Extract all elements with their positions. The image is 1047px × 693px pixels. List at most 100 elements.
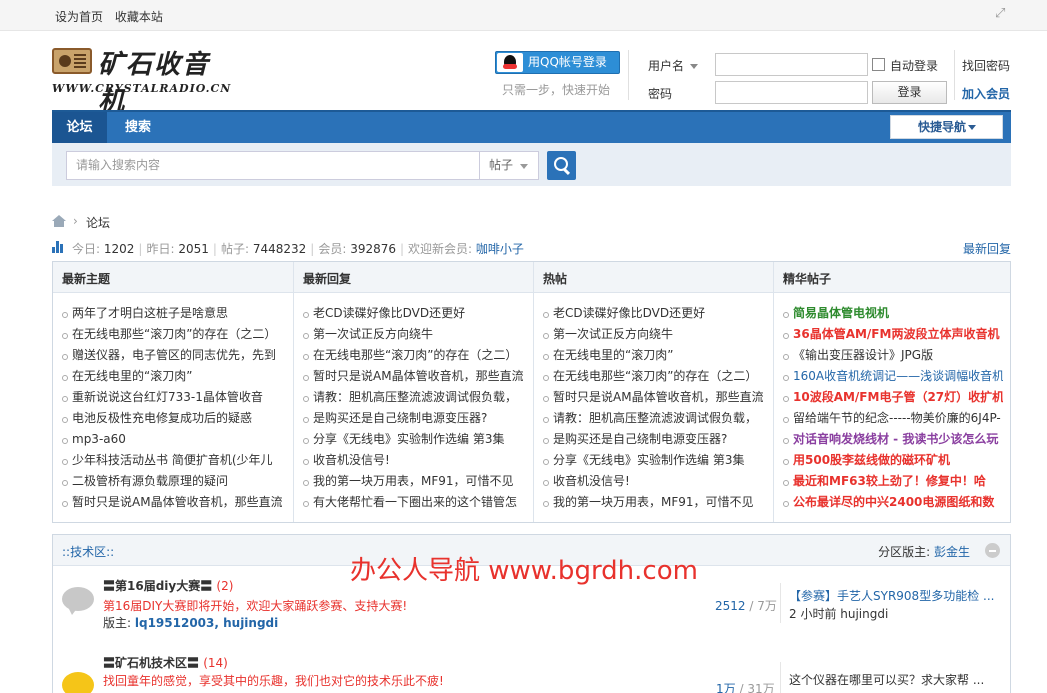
- bookmark-link[interactable]: 收藏本站: [115, 10, 163, 24]
- topic-link[interactable]: 简易晶体管电视机: [783, 303, 1003, 324]
- topic-link[interactable]: 重新说说这台红灯733-1晶体管收音: [62, 387, 282, 408]
- divider: [954, 50, 955, 100]
- topic-link[interactable]: 请教：胆机高压整流滤波调试假负载，: [303, 387, 523, 408]
- divider: [780, 662, 781, 693]
- topic-link[interactable]: 在无线电里的“滚刀肉”: [62, 366, 282, 387]
- top-links: 设为首页 收藏本站: [55, 8, 171, 25]
- divider: [628, 50, 629, 100]
- zone-title[interactable]: ::技术区::: [62, 543, 114, 560]
- topic-list: 老CD读碟好像比DVD还更好 第一次试正反方向绕牛 在无线电里的“滚刀肉” 在无线电那…: [543, 303, 763, 513]
- forum-icon[interactable]: [62, 587, 96, 617]
- qq-login-button[interactable]: 用QQ帐号登录: [495, 51, 620, 74]
- site-logo[interactable]: 矿石收音机 WWW.CRYSTALRADIO.CN: [52, 42, 232, 117]
- forum-name[interactable]: 〓第16届diy大赛〓 (2): [103, 577, 233, 594]
- login-button[interactable]: 登录: [872, 81, 947, 104]
- qq-login-label: 用QQ帐号登录: [528, 55, 607, 69]
- topic-link[interactable]: 对话音响发烧线材 - 我读书少该怎么玩: [783, 429, 1003, 450]
- topic-link[interactable]: 36晶体管AM/FM两波段立体声收音机: [783, 324, 1003, 345]
- portal-box: 最新主题 两年了才明白这桩子是啥意思 在无线电那些“滚刀肉”的存在（之二） 赠送仪器…: [52, 261, 1011, 523]
- topic-link[interactable]: 少年科技活动丛书 简便扩音机(少年儿: [62, 450, 282, 471]
- topic-link[interactable]: 分享《无线电》实验制作选编 第3集: [543, 450, 763, 471]
- forum-today-count: (2): [216, 579, 234, 593]
- topic-link[interactable]: 暂时只是说AM晶体管收音机，那些直流: [62, 492, 282, 513]
- topic-link[interactable]: 第一次试正反方向绕牛: [543, 324, 763, 345]
- auto-login-checkbox[interactable]: [872, 58, 885, 71]
- topic-link[interactable]: 暂时只是说AM晶体管收音机，那些直流: [303, 366, 523, 387]
- topic-link[interactable]: 在无线电那些“滚刀肉”的存在（之二）: [62, 324, 282, 345]
- zone-moderator-link[interactable]: 彭金生: [934, 545, 970, 559]
- topic-link[interactable]: 《输出变压器设计》JPG版: [783, 345, 1003, 366]
- username-input[interactable]: [715, 53, 868, 76]
- chevron-down-icon: [968, 125, 976, 130]
- register-link[interactable]: 加入会员: [962, 85, 1010, 102]
- column-featured: 精华帖子 简易晶体管电视机 36晶体管AM/FM两波段立体声收音机 《输出变压器设计…: [773, 262, 1010, 522]
- column-new-replies: 最新回复 老CD读碟好像比DVD还更好 第一次试正反方向绕牛 在无线电那些“滚刀肉”…: [293, 262, 533, 522]
- topic-link[interactable]: 最近和MF63较上劲了！修复中！哈: [783, 471, 1003, 492]
- quick-nav-label: 快捷导航: [918, 120, 967, 134]
- forum-counts: 1万 / 31万: [716, 682, 775, 693]
- topic-link[interactable]: 第一次试正反方向绕牛: [303, 324, 523, 345]
- divider: [780, 583, 781, 623]
- quick-nav-button[interactable]: 快捷导航: [890, 115, 1003, 139]
- topic-link[interactable]: 暂时只是说AM晶体管收音机，那些直流: [543, 387, 763, 408]
- stat-yesterday: 2051: [178, 242, 209, 256]
- zone-moderator: 分区版主: 彭金生: [878, 545, 970, 559]
- logo-url: WWW.CRYSTALRADIO.CN: [52, 82, 232, 95]
- topic-link[interactable]: mp3-a60: [62, 429, 282, 450]
- top-bar: 设为首页 收藏本站 ⤢: [0, 0, 1047, 31]
- tab-search[interactable]: 搜索: [110, 112, 166, 143]
- search-type-value: 帖子: [489, 158, 514, 172]
- search-button[interactable]: [547, 151, 576, 180]
- tab-forum[interactable]: 论坛: [52, 112, 107, 143]
- topic-link[interactable]: 在无线电里的“滚刀肉”: [543, 345, 763, 366]
- last-post-title[interactable]: 【参赛】手艺人SYR908型多功能检 ...: [789, 587, 999, 604]
- moderator-links[interactable]: lq19512003, hujingdi: [135, 616, 278, 630]
- topic-link[interactable]: 两年了才明白这桩子是啥意思: [62, 303, 282, 324]
- new-member-link[interactable]: 咖啡小子: [476, 242, 524, 256]
- forum-icon[interactable]: [62, 672, 96, 693]
- topic-list: 老CD读碟好像比DVD还更好 第一次试正反方向绕牛 在无线电那些“滚刀肉”的存在（之…: [303, 303, 523, 513]
- username-type-select[interactable]: 用户名: [648, 57, 699, 74]
- password-input[interactable]: [715, 81, 868, 104]
- topic-link[interactable]: 二极管桥有源负载原理的疑问: [62, 471, 282, 492]
- password-label: 密码: [648, 87, 673, 101]
- last-post-title[interactable]: 这个仪器在哪里可以买？求大家帮 ...: [789, 671, 984, 688]
- home-icon[interactable]: [52, 215, 66, 227]
- topic-link[interactable]: 我的第一块万用表，MF91，可惜不见: [543, 492, 763, 513]
- topic-link[interactable]: 用500股李兹线做的磁环矿机: [783, 450, 1003, 471]
- topic-link[interactable]: 电池反极性充电修复成功后的疑惑: [62, 408, 282, 429]
- topic-list: 两年了才明白这桩子是啥意思 在无线电那些“滚刀肉”的存在（之二） 赠送仪器，电子管区…: [62, 303, 282, 513]
- column-hot-threads: 热帖 老CD读碟好像比DVD还更好 第一次试正反方向绕牛 在无线电里的“滚刀肉” 在无…: [533, 262, 773, 522]
- topic-link[interactable]: 我的第一块万用表，MF91，可惜不见: [303, 471, 523, 492]
- collapse-icon[interactable]: [985, 543, 1000, 558]
- auto-login-label: 自动登录: [890, 59, 939, 73]
- fullscreen-icon[interactable]: ⤢: [995, 7, 1009, 21]
- topic-link[interactable]: 分享《无线电》实验制作选编 第3集: [303, 429, 523, 450]
- topic-link[interactable]: 10波段AM/FM电子管（27灯）收扩机: [783, 387, 1003, 408]
- topic-link[interactable]: 赠送仪器，电子管区的同志优先，先到: [62, 345, 282, 366]
- logo-text: 矿石收音机: [98, 50, 211, 117]
- topic-link[interactable]: 老CD读碟好像比DVD还更好: [303, 303, 523, 324]
- chevron-down-icon: [520, 164, 528, 169]
- topic-link[interactable]: 160A收音机统调记——浅谈调幅收音机: [783, 366, 1003, 387]
- find-password-link[interactable]: 找回密码: [962, 57, 1010, 74]
- forum-name[interactable]: 〓矿石机技术区〓 (14): [103, 654, 228, 671]
- topic-link[interactable]: 老CD读碟好像比DVD还更好: [543, 303, 763, 324]
- forum-today-count: (14): [203, 656, 228, 670]
- topic-link[interactable]: 公布最详尽的中兴2400电源图纸和数: [783, 492, 1003, 513]
- search-input[interactable]: 请输入搜索内容: [66, 151, 480, 180]
- topic-link[interactable]: 在无线电那些“滚刀肉”的存在（之二）: [303, 345, 523, 366]
- topic-link[interactable]: 收音机没信号!: [303, 450, 523, 471]
- username-label: 用户名: [648, 59, 685, 73]
- topic-link[interactable]: 是购买还是自己绕制电源变压器?: [303, 408, 523, 429]
- topic-link[interactable]: 有大佬帮忙看一下圈出来的这个错管怎: [303, 492, 523, 513]
- latest-reply-link[interactable]: 最新回复: [963, 240, 1011, 257]
- search-type-select[interactable]: 帖子: [479, 151, 539, 180]
- set-home-link[interactable]: 设为首页: [55, 10, 103, 24]
- breadcrumb-forum[interactable]: 论坛: [86, 214, 110, 231]
- topic-link[interactable]: 是购买还是自己绕制电源变压器?: [543, 429, 763, 450]
- topic-link[interactable]: 留给端午节的纪念-----物美价廉的6J4P-: [783, 408, 1003, 429]
- topic-link[interactable]: 在无线电那些“滚刀肉”的存在（之二）: [543, 366, 763, 387]
- topic-link[interactable]: 请教：胆机高压整流滤波调试假负载，: [543, 408, 763, 429]
- topic-link[interactable]: 收音机没信号!: [543, 471, 763, 492]
